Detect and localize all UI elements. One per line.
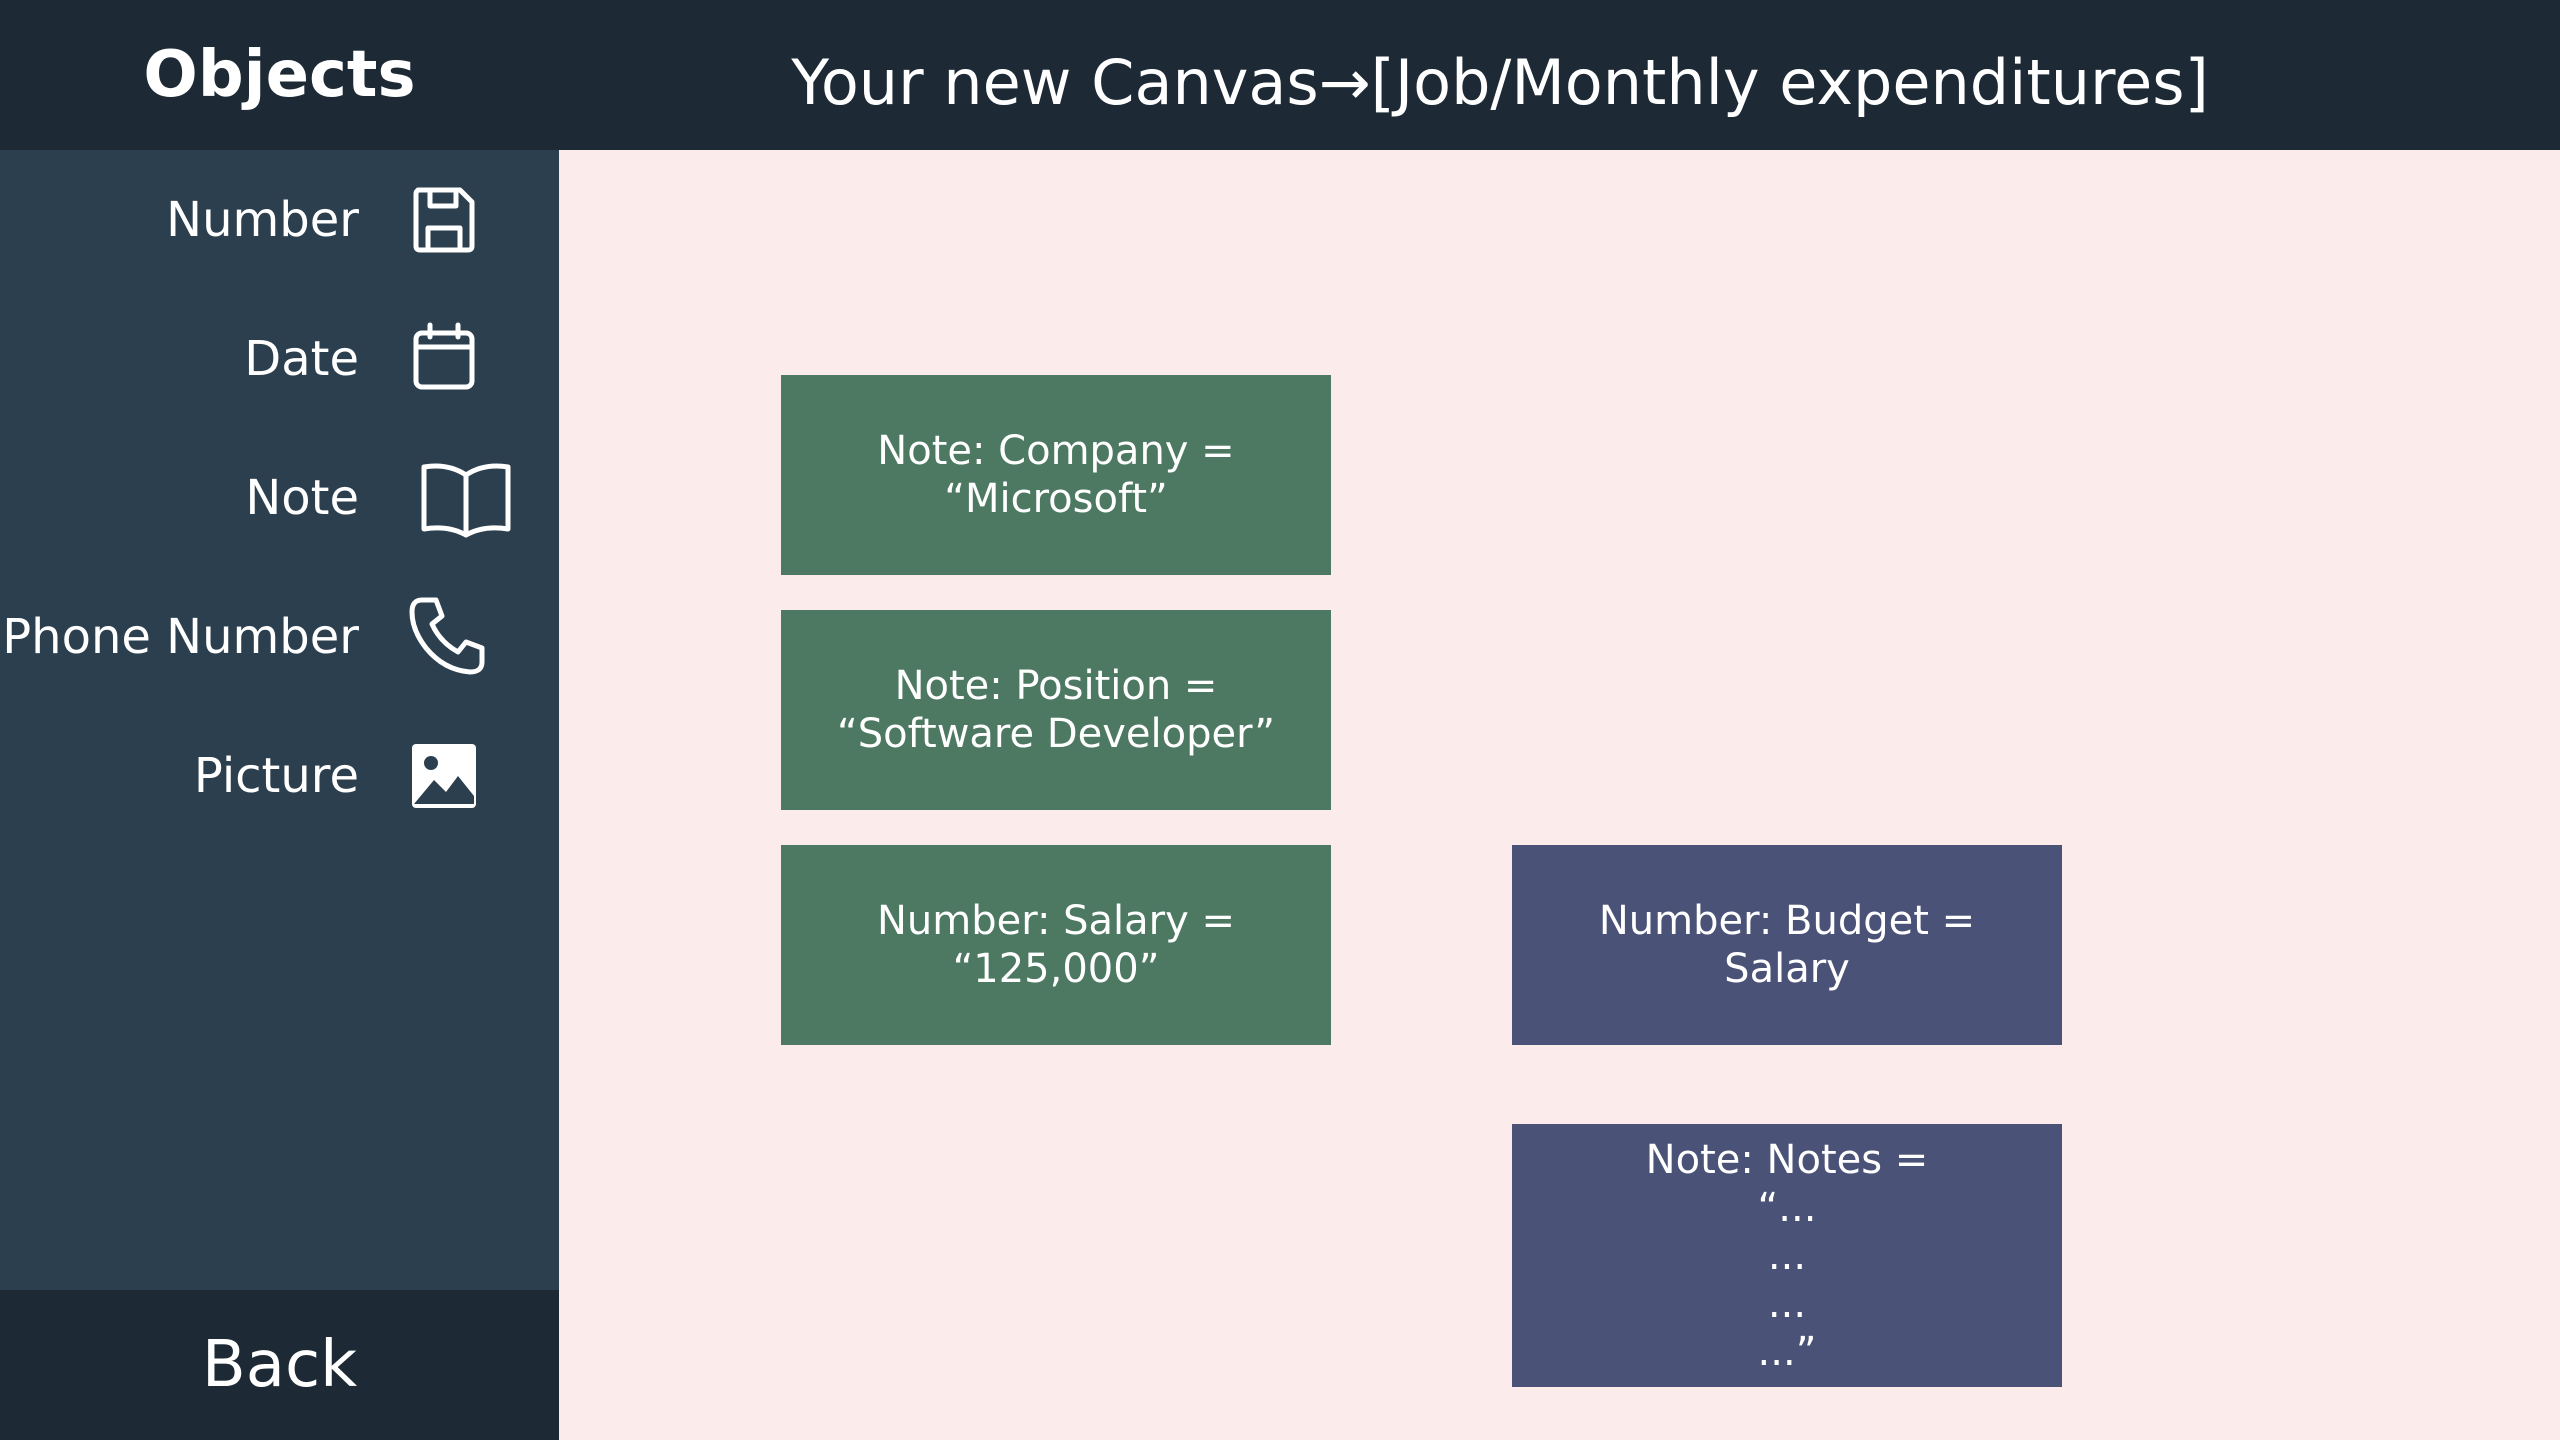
sidebar-item-label: Phone Number: [2, 609, 359, 665]
note-notes-card[interactable]: Note: Notes = “... ... ... ...”: [1512, 1124, 2062, 1387]
sidebar-item-picture[interactable]: Picture: [0, 726, 559, 826]
floppy-disk-icon: [404, 170, 524, 270]
image-icon: [404, 726, 524, 826]
number-budget-card[interactable]: Number: Budget = Salary: [1512, 845, 2062, 1045]
sidebar-item-label: Number: [166, 192, 359, 248]
number-salary-card[interactable]: Number: Salary = “125,000”: [781, 845, 1331, 1045]
sidebar-item-phone-number[interactable]: Phone Number: [0, 587, 559, 687]
note-company-card[interactable]: Note: Company = “Microsoft”: [781, 375, 1331, 575]
note-position-card[interactable]: Note: Position = “Software Developer”: [781, 610, 1331, 810]
sidebar-item-note[interactable]: Note: [0, 448, 559, 548]
sidebar-title: Objects: [143, 38, 416, 112]
sidebar-item-label: Date: [244, 331, 359, 387]
sidebar-item-label: Picture: [193, 748, 359, 804]
calendar-icon: [404, 309, 524, 409]
canvas-area[interactable]: Note: Company = “Microsoft” Note: Positi…: [559, 150, 2560, 1440]
canvas-title: Your new Canvas→[Job/Monthly expenditure…: [791, 46, 2209, 119]
back-button[interactable]: Back: [0, 1290, 559, 1440]
book-icon: [418, 448, 538, 548]
objects-sidebar: Number Date Note Phone Number Picture: [0, 150, 559, 1290]
phone-icon: [404, 587, 524, 687]
sidebar-item-date[interactable]: Date: [0, 309, 559, 409]
sidebar-item-label: Note: [245, 470, 359, 526]
sidebar-item-number[interactable]: Number: [0, 170, 559, 270]
